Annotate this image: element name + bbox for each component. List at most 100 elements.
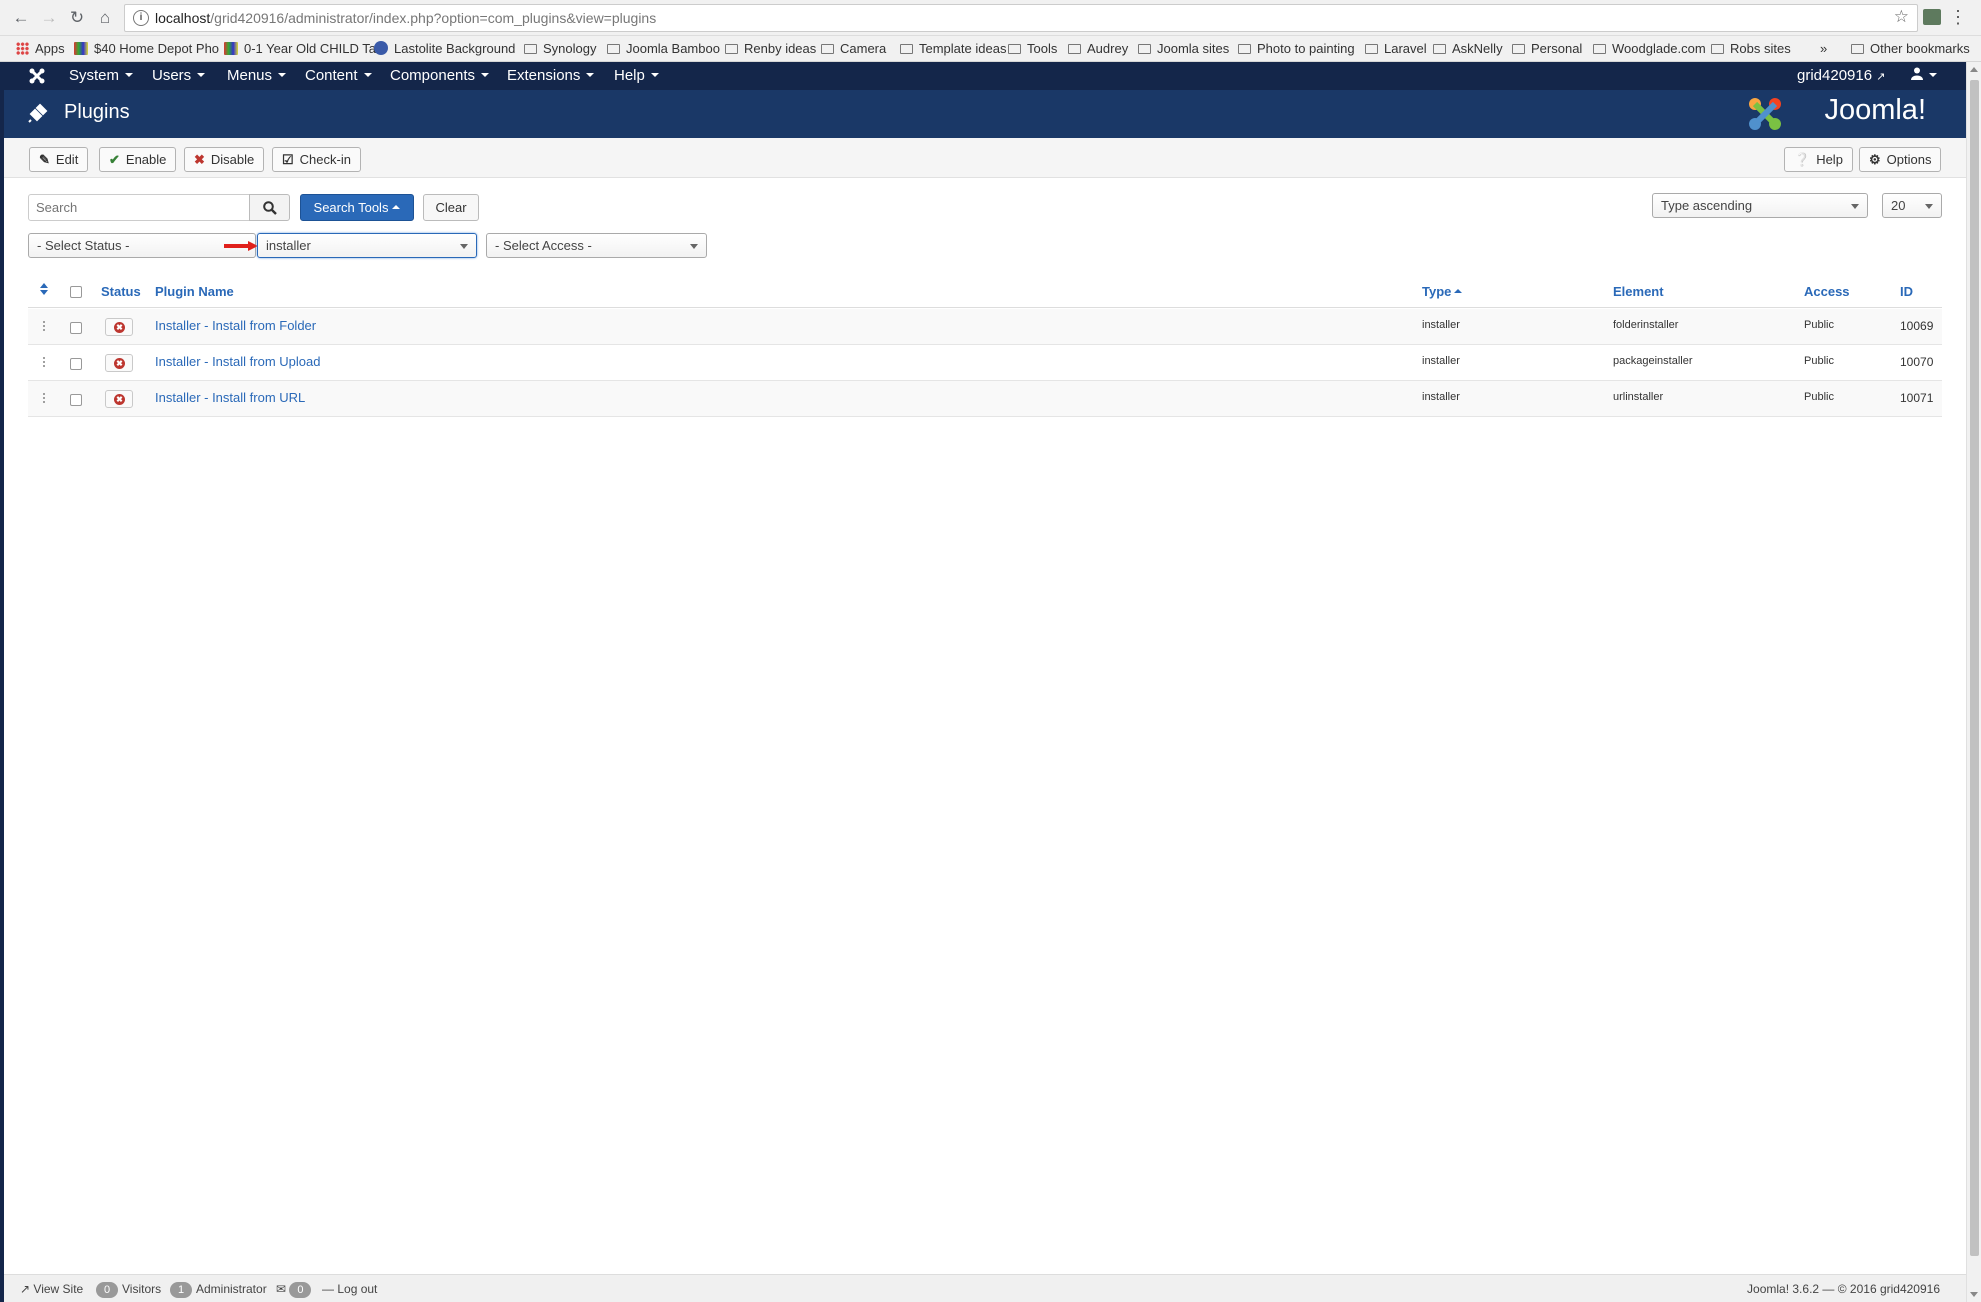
bookmark-item[interactable]: Audrey [1068,40,1128,58]
messages-count[interactable]: ✉ 0 [276,1282,315,1298]
row-checkbox[interactable] [70,358,82,370]
column-access[interactable]: Access [1804,284,1850,299]
checkin-button[interactable]: ☑ Check-in [272,147,361,172]
column-type[interactable]: Type [1422,284,1463,299]
bookmark-item[interactable]: Joomla Bamboo [607,40,720,58]
status-toggle-button[interactable]: ✖ [105,390,133,408]
row-checkbox[interactable] [70,394,82,406]
clear-button[interactable]: Clear [423,194,479,221]
menu-menus[interactable]: Menus [227,62,287,90]
info-icon[interactable]: i [133,10,149,26]
menu-extensions[interactable]: Extensions [507,62,595,90]
view-site-link[interactable]: ↗ View Site [20,1282,83,1296]
plugin-name-link[interactable]: Installer - Install from URL [155,390,305,405]
browser-menu-icon[interactable]: ⋮ [1949,6,1967,28]
back-icon[interactable]: ← [11,8,31,28]
drag-handle-icon[interactable] [42,356,46,368]
site-link[interactable]: grid420916 ↗ [1797,62,1885,90]
plugin-access: Public [1804,319,1834,331]
url-text: localhost/grid420916/administrator/index… [155,10,657,26]
status-toggle-button[interactable]: ✖ [105,318,133,336]
bookmark-label: Tools [1027,41,1058,56]
folder-icon [1138,44,1151,54]
folder-icon [900,44,913,54]
bookmark-label: Audrey [1087,41,1129,56]
menu-components[interactable]: Components [390,62,490,90]
address-bar[interactable]: i localhost/grid420916/administrator/ind… [124,4,1918,32]
type-filter-select[interactable]: installer [257,233,477,258]
row-checkbox[interactable] [70,322,82,334]
bookmark-item[interactable]: Synology [524,40,596,58]
home-icon[interactable]: ⌂ [95,8,115,28]
other-bookmarks[interactable]: Other bookmarks [1851,40,1970,58]
bookmark-label: Joomla Bamboo [626,41,720,56]
menu-system[interactable]: System [69,62,134,90]
plugin-id: 10069 [1900,319,1934,333]
bookmark-item[interactable]: Woodglade.com [1593,40,1706,58]
search-tools-button[interactable]: Search Tools [300,194,414,221]
menu-content[interactable]: Content [305,62,372,90]
apps-icon [16,42,29,55]
options-button[interactable]: ⚙ Options [1859,147,1942,172]
unpublished-icon: ✖ [114,322,125,333]
column-status[interactable]: Status [101,284,141,299]
plugin-name-link[interactable]: Installer - Install from Folder [155,318,316,333]
column-element[interactable]: Element [1613,284,1664,299]
bookmarks-overflow[interactable]: » [1820,40,1827,58]
bookmark-item[interactable]: 0-1 Year Old CHILD Ta [224,40,376,58]
forward-icon[interactable]: → [39,8,59,28]
plugin-access: Public [1804,391,1834,403]
bookmark-item[interactable]: Personal [1512,40,1582,58]
search-button[interactable] [249,194,290,221]
menu-help[interactable]: Help [614,62,659,90]
bookmark-item[interactable]: Photo to painting [1238,40,1355,58]
select-all-checkbox[interactable] [70,286,82,298]
enable-button[interactable]: ✔ Enable [99,147,177,172]
bookmark-item[interactable]: Apps [16,40,65,58]
folder-icon [1512,44,1525,54]
bookmark-item[interactable]: Renby ideas [725,40,816,58]
bookmark-label: 0-1 Year Old CHILD Ta [244,41,376,56]
bookmark-item[interactable]: Lastolite Background [374,40,515,58]
help-button[interactable]: ❔ Help [1784,147,1853,172]
disable-button[interactable]: ✖ Disable [184,147,265,172]
external-link-icon: ↗ [1876,71,1886,83]
bookmark-item[interactable]: AskNelly [1433,40,1503,58]
status-filter-select[interactable]: - Select Status - [28,233,256,258]
logout-link[interactable]: — Log out [322,1282,377,1296]
extension-icon[interactable] [1923,9,1941,25]
menu-users[interactable]: Users [152,62,206,90]
page-scrollbar[interactable] [1966,62,1981,1302]
sort-select[interactable]: Type ascending [1652,193,1868,218]
edit-button[interactable]: ✎ Edit [29,147,89,172]
reload-icon[interactable]: ↻ [67,8,87,28]
bookmark-item[interactable]: $40 Home Depot Pho [74,40,219,58]
search-input[interactable] [28,194,250,221]
plugin-id: 10070 [1900,355,1934,369]
ordering-sort-icon[interactable] [40,283,48,298]
bookmark-item[interactable]: Joomla sites [1138,40,1229,58]
scroll-up-icon[interactable] [1970,67,1978,72]
plugin-name-link[interactable]: Installer - Install from Upload [155,354,320,369]
toolbar: ✎ Edit ✔ Enable ✖ Disable ☑ Check-in ❔ Help ⚙… [4,138,1966,178]
check-icon: ✔ [109,152,120,167]
drag-handle-icon[interactable] [42,392,46,404]
plugin-access: Public [1804,355,1834,367]
scroll-down-icon[interactable] [1970,1292,1978,1297]
bookmark-item[interactable]: Robs sites [1711,40,1791,58]
column-id[interactable]: ID [1900,284,1913,299]
limit-select[interactable]: 20 [1882,193,1942,218]
bookmark-label: Camera [840,41,887,56]
bookmark-star-icon[interactable]: ☆ [1894,7,1909,27]
scroll-thumb[interactable] [1970,80,1979,1256]
column-plugin-name[interactable]: Plugin Name [155,284,234,299]
joomla-logo-icon[interactable] [28,67,46,89]
bookmark-item[interactable]: Laravel [1365,40,1427,58]
bookmark-item[interactable]: Tools [1008,40,1057,58]
bookmark-item[interactable]: Template ideas [900,40,1006,58]
user-menu[interactable] [1911,62,1937,90]
status-toggle-button[interactable]: ✖ [105,354,133,372]
drag-handle-icon[interactable] [42,320,46,332]
bookmark-item[interactable]: Camera [821,40,886,58]
access-filter-select[interactable]: - Select Access - [486,233,707,258]
